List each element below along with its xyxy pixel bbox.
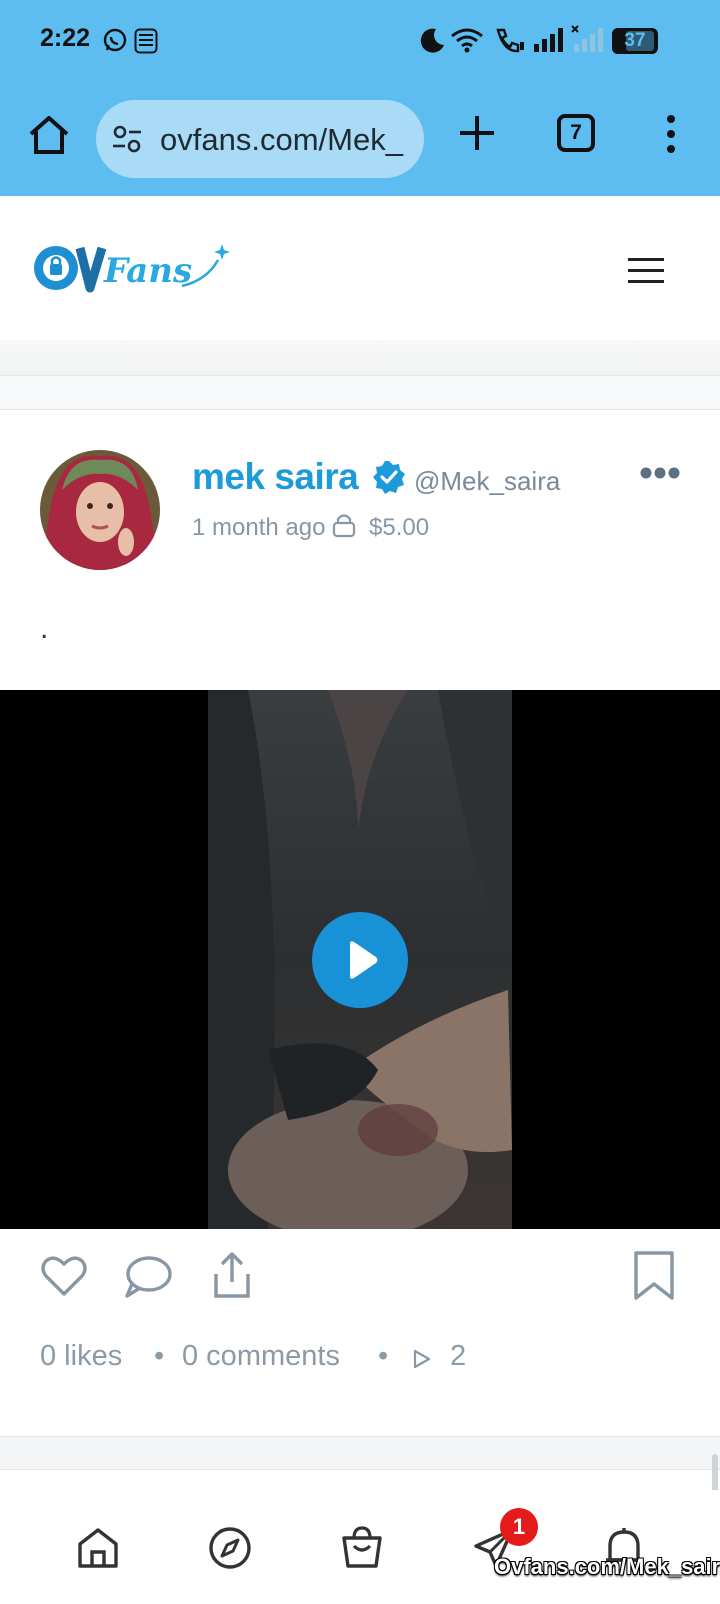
comments-count: 0 comments [182,1340,340,1372]
share-icon[interactable] [206,1250,258,1302]
browser-home-button[interactable] [26,112,72,158]
messages-unread-badge: 1 [500,1508,538,1546]
battery-icon: 37 [612,28,658,54]
site-settings-icon[interactable] [112,124,142,154]
ovfans-logo[interactable]: Fans [32,240,232,300]
lock-icon [332,514,356,538]
post-actions [0,1250,720,1320]
bookmark-icon[interactable] [628,1250,680,1302]
author-avatar[interactable] [40,450,160,570]
divider-band [0,340,720,376]
post-time: 1 month ago [192,514,326,541]
site-header: Fans [0,196,720,340]
author-name[interactable]: mek saira [192,456,359,498]
comment-bubble-icon[interactable] [122,1250,174,1302]
site-menu-hamburger-icon[interactable] [626,256,666,286]
views-count: 2 [450,1340,467,1372]
touch-n-go-icon [134,28,158,54]
signal-icon [534,28,563,52]
author-handle[interactable]: @Mek_saira [414,466,560,497]
bottom-navigation: 1 Ovfans.com/Mek_saira [0,1490,720,1604]
likes-count: 0 likes [40,1340,123,1372]
tab-switcher-button[interactable]: 7 [557,114,595,152]
post-card: mek saira @Mek_saira 1 month ago $5.00 . [0,410,720,1436]
nav-home-icon[interactable] [76,1526,120,1570]
wifi-icon [451,28,483,53]
browser-chrome: 2:22 37 ovfans.com/Mek_ 7 [0,0,720,196]
nav-shop-bag-icon[interactable] [340,1526,384,1570]
verified-badge-icon [373,461,405,494]
video-player[interactable] [0,690,720,1229]
do-not-disturb-moon-icon [420,28,444,53]
nav-explore-compass-icon[interactable] [208,1526,252,1570]
views-play-icon [413,1349,431,1369]
post-stats: 0 likes • 0 comments • 2 [40,1340,680,1380]
like-heart-icon[interactable] [38,1250,90,1302]
status-time: 2:22 [40,24,91,52]
battery-level: 37 [624,30,646,51]
signal-no-service-icon [571,25,603,52]
url-text[interactable]: ovfans.com/Mek_ [160,122,410,158]
address-bar[interactable]: ovfans.com/Mek_ [96,100,424,178]
play-icon [350,941,378,979]
post-price: $5.00 [369,514,430,541]
browser-menu-icon[interactable] [664,114,678,154]
play-button[interactable] [312,912,408,1008]
stats-separator: • [378,1340,389,1372]
status-bar: 2:22 37 [0,0,720,84]
new-tab-button[interactable] [456,112,498,154]
browser-toolbar: ovfans.com/Mek_ 7 [0,96,720,178]
divider-band [0,1436,720,1470]
post-caption: . [40,612,49,645]
stats-separator: • [154,1340,165,1372]
divider-band [0,376,720,410]
post-options-icon[interactable] [640,466,680,480]
whatsapp-icon [103,28,127,52]
svg-text:Fans: Fans [103,251,192,291]
profile-url-watermark: Ovfans.com/Mek_saira [494,1554,720,1579]
wifi-calling-icon [496,28,524,53]
